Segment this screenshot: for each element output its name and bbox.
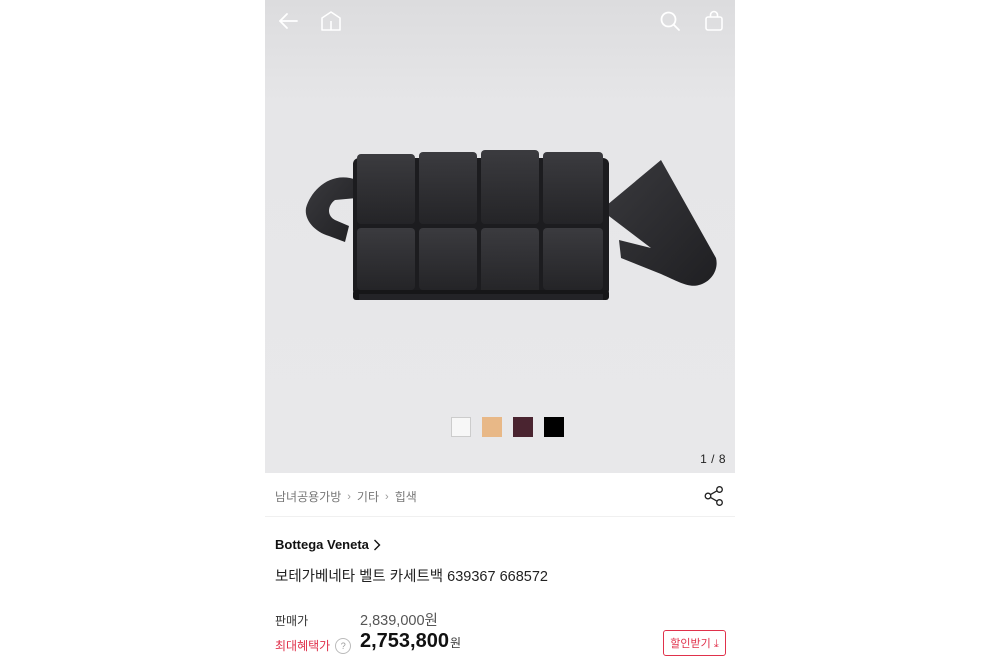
color-swatch-tan[interactable] [482,417,502,437]
benefit-price-value: 2,753,800 [360,630,449,652]
price-label: 판매가 [275,614,309,628]
brand-link[interactable]: Bottega Veneta [275,537,381,552]
chevron-right-icon [373,539,381,550]
benefit-price-label: 최대혜택가 [275,639,331,653]
search-icon[interactable] [657,8,683,34]
chevron-right-icon: › [385,490,389,503]
help-icon[interactable]: ? [335,637,352,654]
benefit-price-unit: 원 [449,636,462,650]
product-image-gallery[interactable]: 1 / 8 [265,0,735,473]
share-icon[interactable] [703,485,725,507]
shopping-bag-icon[interactable] [701,8,727,34]
price-value: 2,839,000원 [360,613,438,629]
breadcrumb-item-etc[interactable]: 기타 [357,488,379,505]
product-title: 보테가베네타 벨트 카세트백 639367 668572 [275,569,548,585]
color-swatch-white[interactable] [451,417,471,437]
benefit-price: 2,753,800원 [360,630,461,653]
color-swatch-black[interactable] [544,417,564,437]
brand-name: Bottega Veneta [275,537,369,552]
product-page: 1 / 8 남녀공용가방 › 기타 › 힙색 Bottega Veneta 보테… [265,0,735,666]
product-image [305,150,717,300]
color-swatches [451,417,564,437]
color-swatch-burgundy[interactable] [513,417,533,437]
back-arrow-icon[interactable] [275,8,301,34]
breadcrumb-item-hipsack[interactable]: 힙색 [395,488,417,505]
home-icon[interactable] [318,8,344,34]
get-discount-button[interactable]: 할인받기 ⤓ [663,630,726,656]
benefit-price-label-group: 최대혜택가 ? [275,637,352,654]
breadcrumb: 남녀공용가방 › 기타 › 힙색 [275,488,417,505]
breadcrumb-item-category[interactable]: 남녀공용가방 [275,488,341,505]
chevron-right-icon: › [347,490,351,503]
image-counter: 1 / 8 [700,452,726,466]
divider [265,516,735,517]
